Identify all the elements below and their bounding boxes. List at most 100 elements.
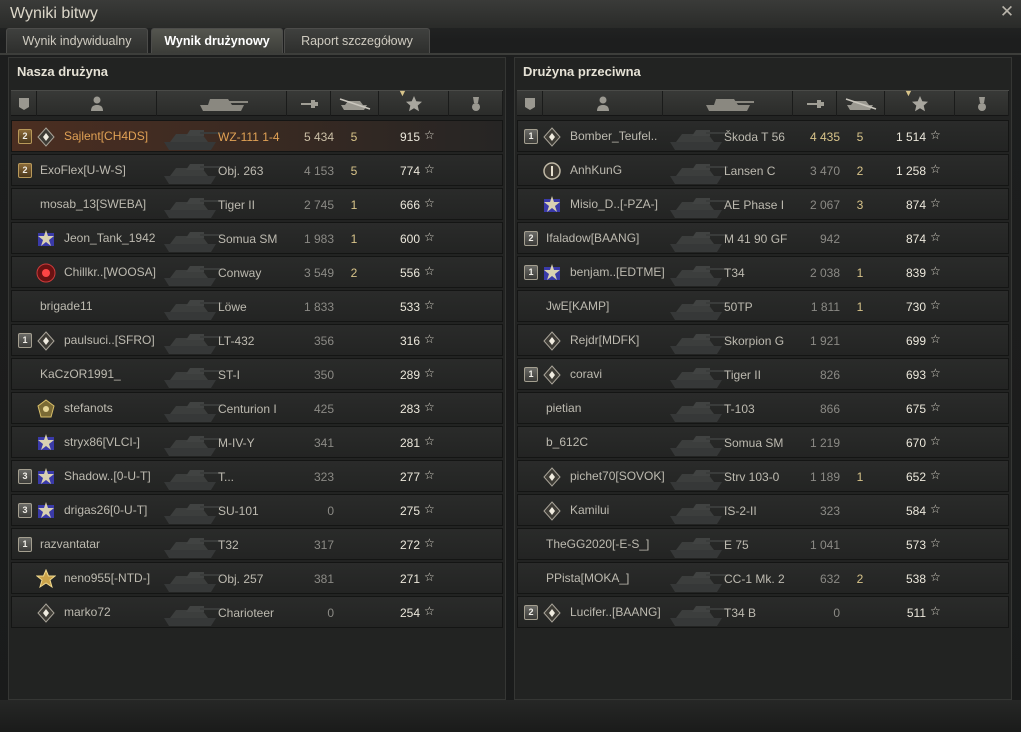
xp-value: 1 258 — [895, 164, 926, 178]
player-row[interactable]: Jeon_Tank_1942 Somua SM 1 983 1 600 ☆ — [11, 222, 503, 254]
title-bar[interactable]: Wyniki bitwy ✕ — [0, 0, 1021, 28]
tank-column-header[interactable] — [157, 91, 287, 116]
our-team-panel: Nasza drużyna ▼ 2 Sajlent[CH4DS] WZ-111 1-… — [8, 57, 506, 700]
damage-value: 356 — [313, 334, 334, 348]
player-row[interactable]: mosab_13[SWEBA] Tiger II 2 745 1 666 ☆ — [11, 188, 503, 220]
tank-silhouette-icon — [160, 292, 224, 322]
damage-value: 2 745 — [303, 198, 334, 212]
player-row[interactable]: 1 coravi Tiger II 826 693 ☆ — [517, 358, 1009, 390]
player-row[interactable]: pichet70[SOVOK] Strv 103-0 1 189 1 652 ☆ — [517, 460, 1009, 492]
player-row[interactable]: PPista[MOKA_] CC-1 Mk. 2 632 2 538 ☆ — [517, 562, 1009, 594]
player-row[interactable]: 2 Lucifer..[BAANG] T34 B 0 511 ☆ — [517, 596, 1009, 628]
player-row[interactable]: 2 Ifaladow[BAANG] M 41 90 GF 942 874 ☆ — [517, 222, 1009, 254]
damage-value: 942 — [819, 232, 840, 246]
tank-name: T34 B — [724, 606, 757, 620]
tab-team[interactable]: Wynik drużynowy — [151, 28, 283, 53]
player-row[interactable]: AnhKunG Lansen C 3 470 2 1 258 ☆ — [517, 154, 1009, 186]
xp-star-icon: ☆ — [930, 434, 941, 448]
player-name: coravi — [570, 367, 603, 381]
player-row[interactable]: 2 Sajlent[CH4DS] WZ-111 1-4 5 434 5 915 ☆ — [11, 120, 503, 152]
squad-icon — [524, 97, 536, 111]
player-row[interactable]: stefanots Centurion I 425 283 ☆ — [11, 392, 503, 424]
tank-name: Skorpion G — [724, 334, 785, 348]
player-row[interactable]: Kamilui IS-2-II 323 584 ☆ — [517, 494, 1009, 526]
xp-star-icon: ☆ — [424, 298, 435, 312]
tank-icon — [700, 96, 756, 112]
player-row[interactable]: 3 drigas26[0-U-T] SU-101 0 275 ☆ — [11, 494, 503, 526]
xp-star-column-header[interactable] — [885, 91, 955, 116]
tab-individual[interactable]: Wynik indywidualny — [6, 28, 148, 53]
platoon-badge: 1 — [18, 333, 32, 348]
xp-value: 874 — [905, 198, 926, 212]
player-row[interactable]: KaCzOR1991_ ST-I 350 289 ☆ — [11, 358, 503, 390]
tank-silhouette-icon — [666, 224, 730, 254]
player-row[interactable]: b_612C Somua SM 1 219 670 ☆ — [517, 426, 1009, 458]
tank-silhouette-icon — [666, 428, 730, 458]
enemy-team-header: ▼ — [517, 88, 1009, 116]
xp-star-icon: ☆ — [424, 162, 435, 176]
sort-arrow-icon: ▼ — [398, 88, 407, 98]
our-team-header: ▼ — [11, 88, 503, 116]
tank-silhouette-icon — [666, 530, 730, 560]
medal-column-header[interactable] — [955, 91, 1009, 116]
xp-value: 573 — [905, 538, 926, 552]
tank-name: Obj. 257 — [218, 572, 264, 586]
frags-column-header[interactable] — [331, 91, 379, 116]
xp-value: 533 — [399, 300, 420, 314]
xp-value: 556 — [399, 266, 420, 280]
player-row[interactable]: 1 paulsuci..[SFRO] LT-432 356 316 ☆ — [11, 324, 503, 356]
tank-icon — [194, 96, 250, 112]
close-icon[interactable]: ✕ — [997, 2, 1017, 22]
player-row[interactable]: marko72 Charioteer 0 254 ☆ — [11, 596, 503, 628]
player-row[interactable]: 3 Shadow..[0-U-T] T... 323 277 ☆ — [11, 460, 503, 492]
player-column-header[interactable] — [543, 91, 663, 116]
tank-column-header[interactable] — [663, 91, 793, 116]
frags-icon — [337, 97, 373, 111]
player-name: pietian — [546, 401, 582, 415]
diamond-emblem-icon — [542, 365, 562, 385]
platoon-badge: 1 — [524, 265, 538, 280]
tank-name: T... — [218, 470, 235, 484]
tab-detailed-report[interactable]: Raport szczegółowy — [284, 28, 430, 53]
player-row[interactable]: stryx86[VLCI-] M-IV-Y 341 281 ☆ — [11, 426, 503, 458]
medal-column-header[interactable] — [449, 91, 503, 116]
player-row[interactable]: Chillkr..[WOOSA] Conway 3 549 2 556 ☆ — [11, 256, 503, 288]
player-name: stryx86[VLCI-] — [64, 435, 141, 449]
player-name: TheGG2020[-E-S_] — [546, 537, 650, 551]
player-row[interactable]: 2 ExoFlex[U-W-S] Obj. 263 4 153 5 774 ☆ — [11, 154, 503, 186]
xp-value: 538 — [905, 572, 926, 586]
damage-value: 323 — [313, 470, 334, 484]
damage-column-header[interactable] — [287, 91, 331, 116]
tank-silhouette-icon — [160, 258, 224, 288]
player-row[interactable]: 1 Bomber_Teufel.. Škoda T 56 4 435 5 1 514 ☆ — [517, 120, 1009, 152]
platoon-badge: 2 — [524, 605, 538, 620]
player-row[interactable]: 1 razvantatar T32 317 272 ☆ — [11, 528, 503, 560]
tank-silhouette-icon — [160, 462, 224, 492]
player-row[interactable]: brigade11 Löwe 1 833 533 ☆ — [11, 290, 503, 322]
xp-star-icon — [405, 95, 423, 113]
player-row[interactable]: pietian T-103 866 675 ☆ — [517, 392, 1009, 424]
damage-column-header[interactable] — [793, 91, 837, 116]
medal-icon — [976, 96, 988, 112]
damage-value: 341 — [313, 436, 334, 450]
damage-value: 323 — [819, 504, 840, 518]
frags-column-header[interactable] — [837, 91, 885, 116]
xp-value: 584 — [905, 504, 926, 518]
player-column-header[interactable] — [37, 91, 157, 116]
player-row[interactable]: neno955[-NTD-] Obj. 257 381 271 ☆ — [11, 562, 503, 594]
xp-star-icon: ☆ — [930, 230, 941, 244]
squad-column-header[interactable] — [11, 91, 37, 116]
xp-star-icon: ☆ — [930, 570, 941, 584]
player-row[interactable]: JwE[KAMP] 50TP 1 811 1 730 ☆ — [517, 290, 1009, 322]
star-emblem-icon — [542, 263, 562, 283]
player-row[interactable]: 1 benjam..[EDTME] T34 2 038 1 839 ☆ — [517, 256, 1009, 288]
xp-star-column-header[interactable] — [379, 91, 449, 116]
player-row[interactable]: TheGG2020[-E-S_] E 75 1 041 573 ☆ — [517, 528, 1009, 560]
frags-icon — [843, 97, 879, 111]
tank-name: T-103 — [724, 402, 755, 416]
tank-silhouette-icon — [160, 156, 224, 186]
squad-column-header[interactable] — [517, 91, 543, 116]
player-row[interactable]: Rejdr[MDFK] Skorpion G 1 921 699 ☆ — [517, 324, 1009, 356]
platoon-badge: 3 — [18, 469, 32, 484]
player-row[interactable]: Misio_D..[-PZA-] AE Phase I 2 067 3 874 ☆ — [517, 188, 1009, 220]
